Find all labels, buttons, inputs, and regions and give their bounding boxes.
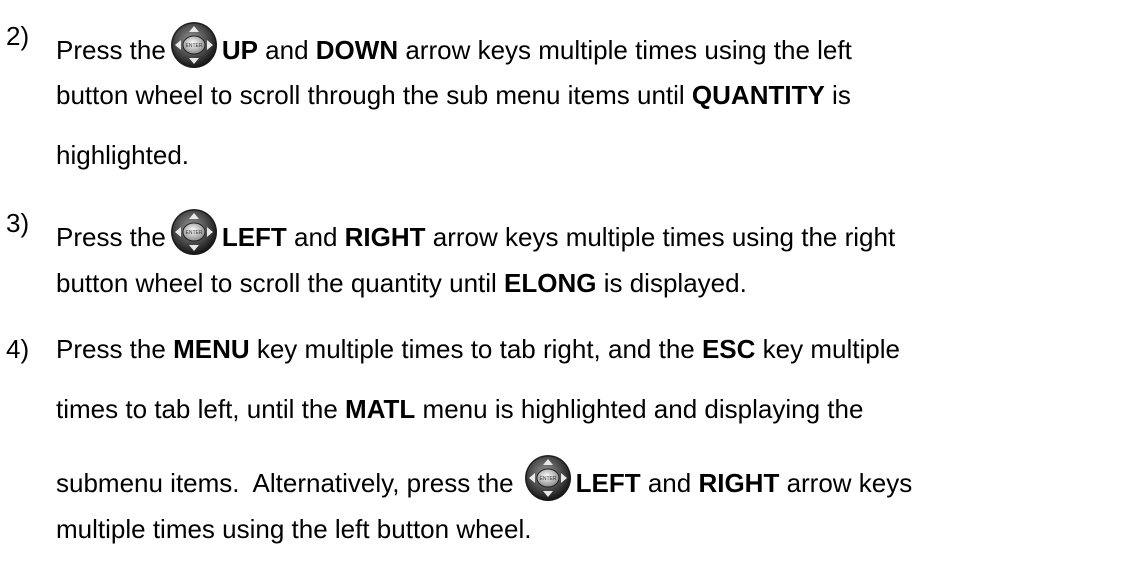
instruction-document: 2) Press the UP and DOWN arrow keys multi… <box>0 0 1132 587</box>
enter-wheel-icon <box>170 21 218 69</box>
text: submenu items. Alternatively, press the <box>56 468 514 498</box>
text: and <box>257 35 316 65</box>
text: button wheel to scroll the quantity unti… <box>56 268 505 298</box>
text: and <box>640 468 699 498</box>
step-2-line-1: Press the UP and DOWN arrow keys multiple… <box>56 21 852 69</box>
step-2-line-2: button wheel to scroll through the sub m… <box>56 80 851 110</box>
step-4-line-3: submenu items. Alternatively, press the L… <box>56 454 912 502</box>
step-number: 4) <box>6 334 30 364</box>
key-right: RIGHT <box>344 222 426 252</box>
key-elong: ELONG <box>504 268 597 298</box>
text: Press the <box>56 35 166 65</box>
key-up: UP <box>221 35 258 65</box>
text: multiple times using the left button whe… <box>56 514 532 544</box>
enter-wheel-icon <box>524 454 572 502</box>
key-right: RIGHT <box>698 468 780 498</box>
text: Press the <box>56 222 166 252</box>
text: times to tab left, until the <box>56 394 346 424</box>
step-2-line-3: highlighted. <box>56 140 189 170</box>
text: is displayed. <box>596 268 747 298</box>
text: arrow keys multiple times using the righ… <box>425 222 896 252</box>
key-menu: MENU <box>173 334 250 364</box>
text: Press the <box>56 334 174 364</box>
step-3-line-2: button wheel to scroll the quantity unti… <box>56 268 747 298</box>
key-quantity: QUANTITY <box>691 80 825 110</box>
text: is <box>824 80 851 110</box>
step-4-line-1: Press the MENU key multiple times to tab… <box>56 334 900 364</box>
text: and <box>286 222 345 252</box>
step-number: 2) <box>6 21 30 51</box>
text: menu is highlighted and displaying the <box>415 394 864 424</box>
step-4-line-2: times to tab left, until the MATL menu i… <box>56 394 863 424</box>
key-down: DOWN <box>315 35 399 65</box>
key-left: LEFT <box>221 222 287 252</box>
key-left: LEFT <box>575 468 641 498</box>
step-3-line-1: Press the LEFT and RIGHT arrow keys multi… <box>56 208 895 256</box>
text: button wheel to scroll through the sub m… <box>56 80 692 110</box>
enter-wheel-icon <box>170 208 218 256</box>
text: key multiple times to tab right, and the <box>249 334 702 364</box>
text: key multiple <box>755 334 900 364</box>
text: arrow keys multiple times using the left <box>398 35 852 65</box>
step-4-line-4: multiple times using the left button whe… <box>56 514 531 544</box>
step-number: 3) <box>6 208 30 238</box>
text: arrow keys <box>779 468 913 498</box>
key-matl: MATL <box>345 394 416 424</box>
text: highlighted. <box>56 140 189 170</box>
key-esc: ESC <box>701 334 756 364</box>
